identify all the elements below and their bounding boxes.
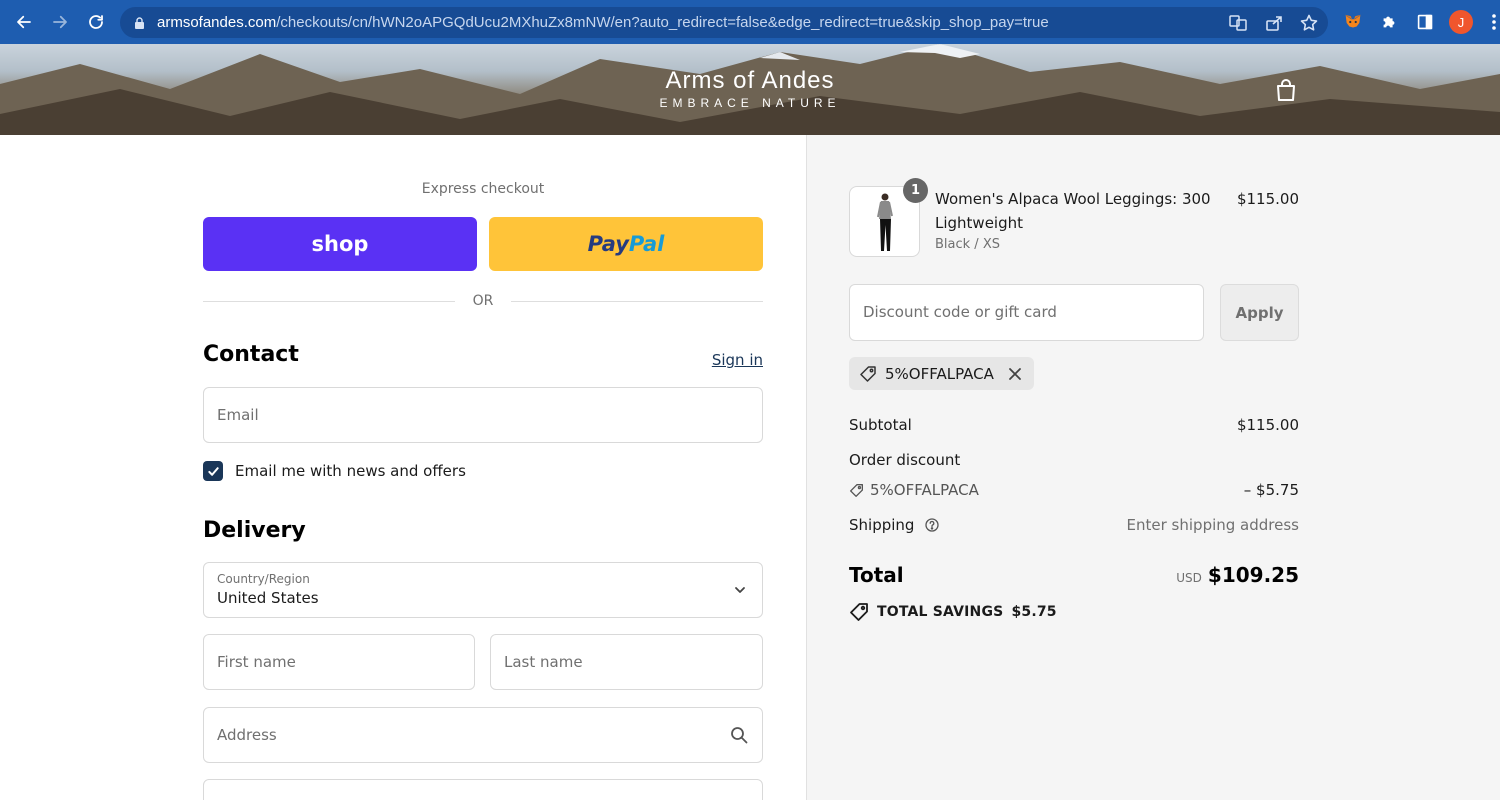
back-icon[interactable] xyxy=(12,10,36,34)
order-discount-value: – $5.75 xyxy=(1243,481,1299,499)
shipping-value: Enter shipping address xyxy=(1126,516,1299,534)
newsletter-option[interactable]: Email me with news and offers xyxy=(203,460,466,482)
store-logo[interactable]: Arms of Andes EMBRACE NATURE xyxy=(600,67,900,111)
search-icon xyxy=(731,727,748,744)
checkmark-icon xyxy=(207,466,219,476)
bookmark-star-icon[interactable] xyxy=(1299,13,1319,33)
total-label: Total xyxy=(849,563,904,587)
sign-in-link[interactable]: Sign in xyxy=(712,351,763,369)
first-name-placeholder: First name xyxy=(217,653,296,671)
product-name: Women's Alpaca Wool Leggings: 300 Lightw… xyxy=(935,190,1211,232)
savings-label: TOTAL SAVINGS xyxy=(877,604,1004,620)
cart-bag-icon[interactable] xyxy=(1273,77,1299,103)
subtotal-label: Subtotal xyxy=(849,416,912,434)
order-discount-row: Order discount xyxy=(849,451,1299,469)
country-label: Country/Region xyxy=(217,572,310,586)
subtotal-value: $115.00 xyxy=(1236,416,1299,434)
paypal-label-1: Pay xyxy=(587,232,629,256)
total-currency: USD xyxy=(1176,571,1202,585)
discount-code-field[interactable]: Discount code or gift card xyxy=(849,284,1204,341)
address-field[interactable]: Address xyxy=(203,707,763,763)
lock-icon xyxy=(135,16,144,29)
logo-tagline: EMBRACE NATURE xyxy=(659,96,841,110)
order-discount-detail-row: 5%OFFALPACA – $5.75 xyxy=(849,481,1299,499)
applied-discount-code: 5%OFFALPACA xyxy=(885,364,994,383)
reload-icon[interactable] xyxy=(84,10,108,34)
paypal-label-2: Pal xyxy=(628,232,665,256)
logo-title: Arms of Andes xyxy=(665,67,835,94)
profile-avatar[interactable]: J xyxy=(1449,10,1473,34)
translate-icon[interactable] xyxy=(1228,13,1248,33)
savings-value: $5.75 xyxy=(1011,604,1057,620)
or-label: OR xyxy=(472,293,494,309)
browser-menu-icon[interactable] xyxy=(1488,12,1500,32)
first-name-field[interactable]: First name xyxy=(203,634,475,690)
express-checkout-label: Express checkout xyxy=(421,181,545,197)
total-savings: TOTAL SAVINGS $5.75 xyxy=(849,602,1057,622)
shipping-row: Shipping Enter shipping address xyxy=(849,516,1299,534)
order-discount-label: Order discount xyxy=(849,451,961,469)
url-text: armsofandes.com/checkouts/cn/hWN2oAPGQdU… xyxy=(157,14,1049,31)
shop-pay-button[interactable]: shop xyxy=(203,217,477,271)
applied-discount-chip: 5%OFFALPACA xyxy=(849,357,1034,390)
address-placeholder: Address xyxy=(217,726,277,744)
newsletter-checkbox[interactable] xyxy=(203,461,223,481)
forward-icon[interactable] xyxy=(48,10,72,34)
last-name-field[interactable]: Last name xyxy=(490,634,763,690)
apartment-field[interactable] xyxy=(203,779,763,800)
quantity-badge: 1 xyxy=(903,178,928,203)
email-field[interactable]: Email xyxy=(203,387,763,443)
or-divider: OR xyxy=(203,291,763,311)
last-name-placeholder: Last name xyxy=(504,653,583,671)
product-price: $115.00 xyxy=(1236,190,1299,208)
savings-tag-icon xyxy=(850,603,868,621)
shop-pay-label: shop xyxy=(311,232,369,256)
email-placeholder: Email xyxy=(217,406,259,424)
remove-discount-icon[interactable] xyxy=(1008,367,1022,381)
extensions-puzzle-icon[interactable] xyxy=(1378,11,1400,33)
share-icon[interactable] xyxy=(1264,13,1284,33)
order-discount-code: 5%OFFALPACA xyxy=(870,481,979,499)
delivery-heading: Delivery xyxy=(203,518,306,543)
discount-placeholder: Discount code or gift card xyxy=(863,303,1057,321)
country-select[interactable]: Country/Region United States xyxy=(203,562,763,618)
tag-icon xyxy=(850,483,863,497)
side-panel-icon[interactable] xyxy=(1414,11,1436,33)
chevron-down-icon xyxy=(735,587,745,593)
subtotal-row: Subtotal $115.00 xyxy=(849,416,1299,434)
newsletter-label: Email me with news and offers xyxy=(235,462,466,480)
paypal-button[interactable]: Pay Pal xyxy=(489,217,763,271)
address-bar[interactable]: armsofandes.com/checkouts/cn/hWN2oAPGQdU… xyxy=(120,7,1328,38)
total-value: $109.25 xyxy=(1207,563,1299,587)
product-variant: Black / XS xyxy=(935,237,1000,252)
apply-discount-button[interactable]: Apply xyxy=(1220,284,1299,341)
store-header-banner: Arms of Andes EMBRACE NATURE xyxy=(0,44,1500,135)
metamask-icon[interactable] xyxy=(1342,11,1364,33)
help-circle-icon[interactable] xyxy=(925,518,939,532)
browser-toolbar: armsofandes.com/checkouts/cn/hWN2oAPGQdU… xyxy=(0,0,1500,44)
tag-icon xyxy=(860,365,876,382)
contact-heading: Contact xyxy=(203,342,299,367)
country-value: United States xyxy=(217,589,319,607)
total-row: Total USD $109.25 xyxy=(849,563,1299,591)
shipping-label: Shipping xyxy=(849,516,915,534)
